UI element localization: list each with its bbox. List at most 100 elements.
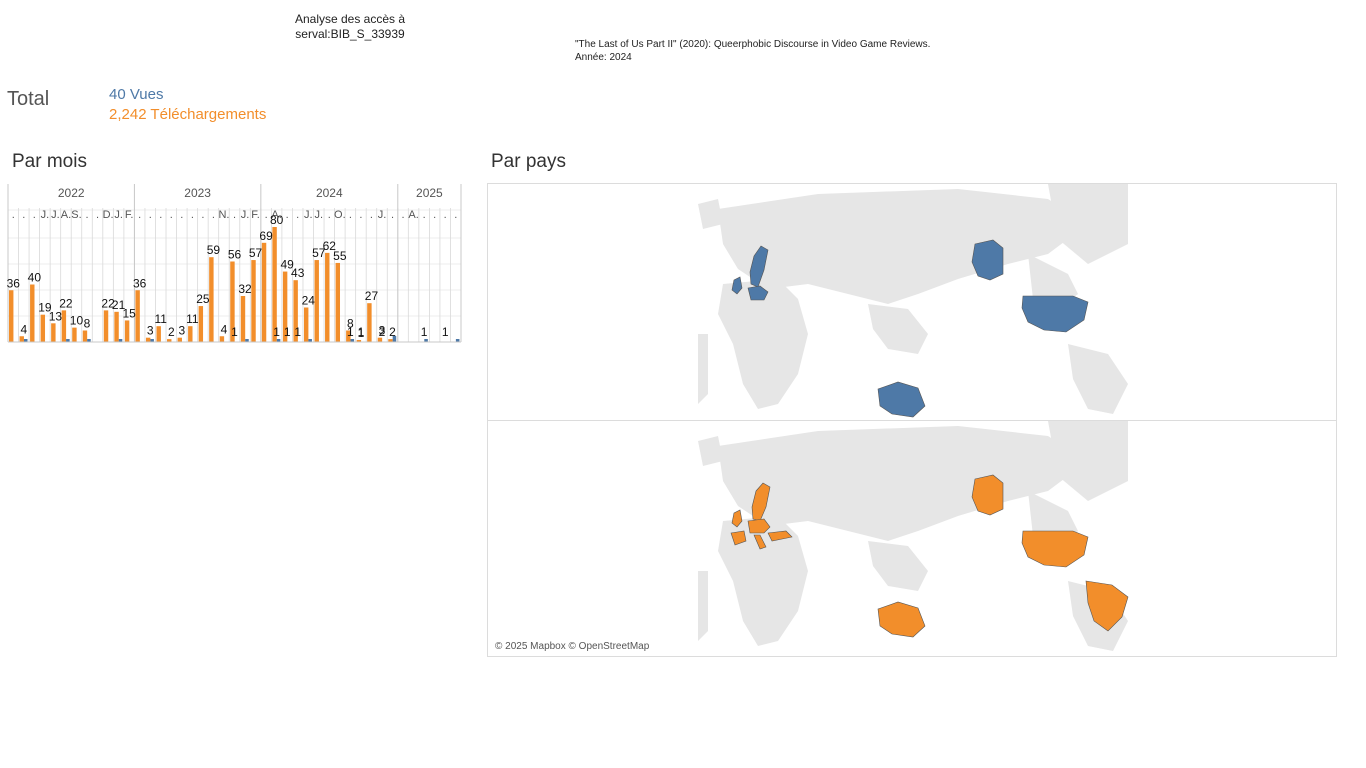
download-data-label: 8 — [84, 317, 91, 331]
view-data-label: 1 — [284, 325, 291, 339]
view-data-label: 1 — [294, 325, 301, 339]
month-tick-label: J. — [378, 209, 387, 221]
download-data-label: 27 — [365, 289, 379, 303]
year-label: 2025 — [416, 186, 443, 200]
month-tick-label: . — [180, 209, 183, 221]
download-bar — [177, 337, 182, 342]
month-tick-label: . — [212, 209, 215, 221]
month-tick-label: O. — [334, 209, 346, 221]
month-tick-label: . — [12, 209, 15, 221]
month-tick-label: . — [191, 209, 194, 221]
month-tick-label: . — [149, 209, 152, 221]
month-tick-label: . — [423, 209, 426, 221]
download-bar — [335, 262, 341, 342]
month-tick-label: J. — [314, 209, 323, 221]
download-data-label: 32 — [238, 282, 252, 296]
download-data-label: 55 — [333, 249, 347, 263]
by-country-heading: Par pays — [491, 151, 566, 172]
download-data-label: 69 — [259, 229, 273, 243]
month-tick-label: . — [170, 209, 173, 221]
download-data-label: 3 — [178, 324, 185, 338]
month-tick-label: J. — [114, 209, 123, 221]
download-bar — [303, 307, 309, 342]
month-tick-label: . — [296, 209, 299, 221]
download-data-label: 3 — [147, 324, 154, 338]
download-data-label: 4 — [221, 322, 228, 336]
document-title: "The Last of Us Part II" (2020): Queerph… — [575, 39, 931, 50]
download-data-label: 56 — [228, 248, 242, 262]
total-label: Total — [7, 88, 50, 110]
view-data-label: 2 — [379, 325, 386, 339]
download-bar — [114, 311, 119, 342]
download-bar — [19, 336, 24, 342]
download-bar — [240, 296, 246, 342]
month-tick-label: . — [138, 209, 141, 221]
download-bar — [103, 310, 109, 342]
view-data-label: 1 — [273, 325, 280, 339]
download-bar — [209, 257, 214, 342]
month-tick-label: . — [233, 209, 236, 221]
view-data-label: 1 — [347, 325, 354, 339]
by-month-heading: Par mois — [12, 151, 87, 172]
year-label: 2023 — [184, 186, 211, 200]
download-bar — [82, 330, 88, 342]
map-divider — [487, 420, 1337, 421]
map-downloads[interactable] — [698, 421, 1129, 657]
download-data-label: 36 — [7, 276, 21, 290]
download-bar — [261, 242, 267, 342]
download-bar — [72, 327, 77, 342]
month-tick-label: . — [33, 209, 36, 221]
month-tick-label: . — [22, 209, 25, 221]
download-bar — [30, 284, 35, 342]
download-data-label: 36 — [133, 276, 147, 290]
download-data-label: 10 — [70, 314, 84, 328]
download-data-label: 22 — [59, 296, 73, 310]
download-data-label: 2 — [389, 325, 396, 339]
month-tick-label: S. — [71, 209, 81, 221]
download-bar — [61, 310, 67, 342]
monthly-bar-chart[interactable]: 2022 2023 2024 2025... J. J. A. S... D. J. F......… — [0, 180, 470, 350]
view-data-label: 1 — [442, 325, 449, 339]
month-tick-label: . — [370, 209, 373, 221]
month-tick-label: J. — [41, 209, 50, 221]
month-tick-label: N. — [218, 209, 229, 221]
month-tick-label: A. — [61, 209, 71, 221]
map-views[interactable] — [698, 184, 1128, 420]
download-data-label: 15 — [122, 306, 136, 320]
download-data-label: 4 — [20, 322, 27, 336]
view-data-label: 1 — [358, 325, 365, 339]
month-tick-label: . — [349, 209, 352, 221]
download-bar — [124, 320, 130, 342]
download-bar — [325, 252, 330, 342]
view-data-label: 1 — [231, 325, 238, 339]
total-views: 40 Vues — [109, 86, 164, 103]
download-bar — [188, 326, 193, 342]
month-tick-label: . — [433, 209, 436, 221]
month-tick-label: . — [444, 209, 447, 221]
download-data-label: 2 — [168, 325, 175, 339]
month-tick-label: D. — [103, 209, 114, 221]
report-title-line1: Analyse des accès à — [294, 12, 406, 26]
download-data-label: 11 — [155, 312, 168, 326]
month-tick-label: J. — [304, 209, 313, 221]
year-label: 2022 — [58, 186, 85, 200]
download-data-label: 11 — [186, 312, 199, 326]
report-title: Analyse des accès à serval:BIB_S_33939 — [250, 12, 450, 42]
download-data-label: 80 — [270, 213, 284, 227]
view-data-label: 1 — [421, 325, 428, 339]
report-title-line2: serval:BIB_S_33939 — [295, 27, 405, 41]
download-data-label: 13 — [49, 309, 63, 323]
month-tick-label: . — [265, 209, 268, 221]
download-bar — [40, 314, 46, 342]
month-tick-label: . — [96, 209, 99, 221]
month-tick-label: . — [201, 209, 204, 221]
month-tick-label: . — [359, 209, 362, 221]
map-credit: © 2025 Mapbox © OpenStreetMap — [495, 641, 650, 652]
download-bar — [9, 290, 14, 342]
month-tick-label: . — [286, 209, 289, 221]
download-data-label: 57 — [249, 246, 263, 260]
month-tick-label: A. — [408, 209, 418, 221]
download-bar — [219, 336, 225, 342]
download-bar — [251, 260, 256, 342]
month-tick-label: J. — [241, 209, 250, 221]
